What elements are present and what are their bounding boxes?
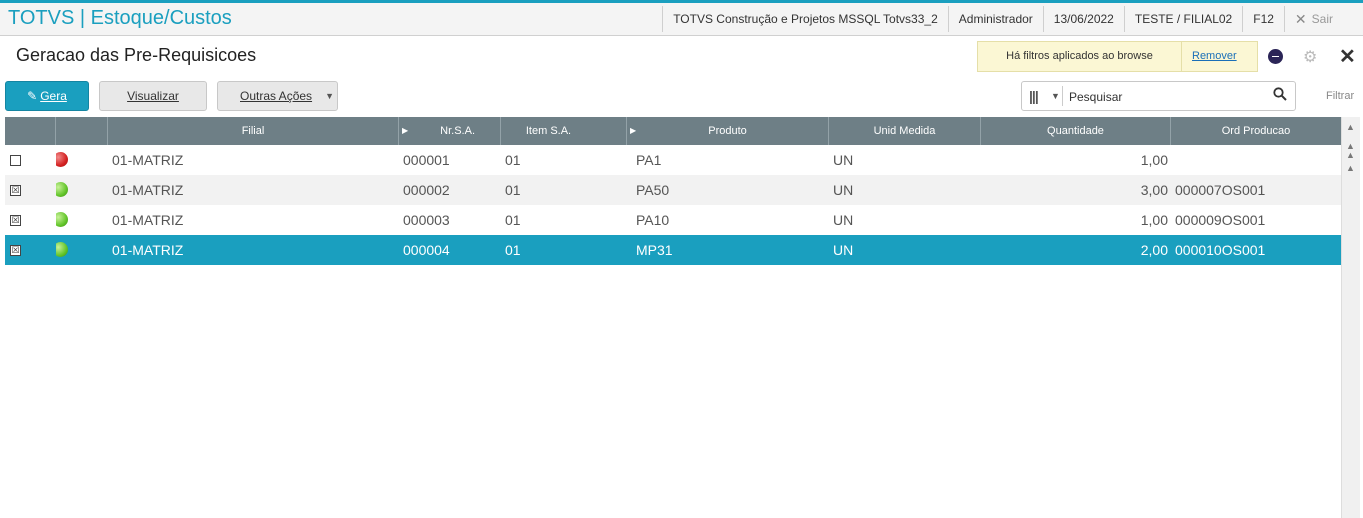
gera-label: Gera — [40, 89, 67, 103]
cell-quantidade: 1,00 — [1140, 212, 1168, 228]
close-icon: ✕ — [1294, 11, 1307, 27]
cell-quantidade: 2,00 — [1140, 242, 1168, 258]
date-label[interactable]: 13/06/2022 — [1042, 6, 1124, 32]
header-filial[interactable]: Filial — [108, 117, 399, 145]
branch-label[interactable]: TESTE / FILIAL02 — [1123, 6, 1242, 32]
shortcut-label[interactable]: F12 — [1242, 6, 1284, 32]
cell-ord-producao: 000007OS001 — [1175, 182, 1266, 198]
cell-ord-producao: 000009OS001 — [1175, 212, 1266, 228]
cell-ord-producao — [1171, 145, 1341, 175]
status-cell — [56, 205, 108, 235]
header-produto[interactable]: ▶ Produto — [627, 117, 829, 145]
cell-item-sa: 01 — [505, 152, 521, 168]
top-bar-info: TOTVS Construção e Projetos MSSQL Totvs3… — [662, 6, 1363, 32]
table-row[interactable]: ☒ 01-MATRIZ 000003 01 PA10 UN 1,00 00000… — [5, 205, 1341, 235]
search-input[interactable]: Pesquisar — [1069, 90, 1122, 104]
cell-item-sa: 01 — [505, 182, 521, 198]
status-cell — [56, 145, 108, 175]
outras-acoes-label: Outras Ações — [240, 89, 313, 103]
filtrar-link[interactable]: Filtrar — [1326, 90, 1354, 102]
cell-filial: 01-MATRIZ — [112, 242, 184, 258]
status-green-icon — [56, 242, 68, 257]
page-title: Geracao das Pre-Requisicoes — [16, 45, 257, 65]
cell-item-sa: 01 — [505, 212, 521, 228]
header-produto-label: Produto — [708, 125, 747, 137]
header-item-sa[interactable]: Item S.A. — [501, 117, 627, 145]
status-red-icon — [56, 152, 68, 167]
checkbox[interactable] — [10, 155, 21, 166]
cell-nr-sa: 000003 — [403, 212, 450, 228]
cell-produto: PA50 — [636, 182, 670, 198]
cell-quantidade: 1,00 — [1140, 152, 1168, 168]
vertical-scrollbar[interactable]: ▲ ▲ ▲ ▲ — [1341, 117, 1360, 518]
columns-icon[interactable]: ||| — [1029, 88, 1039, 104]
browse-grid: Filial ▶ Nr.S.A. Item S.A. ▶ Produto Uni… — [5, 117, 1341, 265]
visualizar-button[interactable]: Visualizar — [99, 81, 207, 111]
divider — [1062, 86, 1063, 106]
grid-header: Filial ▶ Nr.S.A. Item S.A. ▶ Produto Uni… — [5, 117, 1341, 145]
search-icon[interactable] — [1273, 87, 1287, 101]
cell-item-sa: 01 — [505, 242, 521, 258]
scroll-page-up-icon[interactable]: ▲ — [1346, 150, 1355, 160]
user-label[interactable]: Administrador — [947, 6, 1043, 32]
cell-produto: MP31 — [636, 242, 673, 258]
search-box[interactable]: ||| ▼ Pesquisar — [1021, 81, 1296, 111]
header-nr-sa[interactable]: ▶ Nr.S.A. — [399, 117, 501, 145]
header-status[interactable] — [56, 117, 108, 145]
header-ord-producao[interactable]: Ord Producao — [1171, 117, 1341, 145]
scroll-top-icon[interactable]: ▲ — [1346, 122, 1355, 132]
exit-label: Sair — [1311, 12, 1333, 26]
cell-produto: PA10 — [636, 212, 670, 228]
minimize-icon[interactable] — [1268, 49, 1283, 64]
cell-ord-producao: 000010OS001 — [1175, 242, 1266, 258]
checkbox[interactable]: ☒ — [10, 185, 21, 196]
cell-unid-medida: UN — [833, 242, 854, 258]
caret-down-icon[interactable]: ▼ — [1051, 91, 1060, 101]
scroll-up-icon[interactable]: ▲ — [1346, 163, 1355, 173]
environment-label: TOTVS Construção e Projetos MSSQL Totvs3… — [662, 6, 948, 32]
sort-arrow-icon: ▶ — [402, 126, 409, 135]
cell-nr-sa: 000002 — [403, 182, 450, 198]
header-quantidade[interactable]: Quantidade — [981, 117, 1171, 145]
header-unid-medida[interactable]: Unid Medida — [829, 117, 981, 145]
cell-unid-medida: UN — [833, 212, 854, 228]
cell-nr-sa: 000001 — [403, 152, 450, 168]
status-cell — [56, 175, 108, 205]
status-cell — [56, 235, 108, 265]
filter-message: Há filtros aplicados ao browse — [978, 42, 1182, 71]
outras-acoes-button[interactable]: Outras Ações ▼ — [217, 81, 338, 111]
caret-down-icon: ▼ — [325, 91, 334, 101]
close-window-icon[interactable]: ✕ — [1339, 44, 1356, 69]
status-green-icon — [56, 212, 68, 227]
header-select[interactable] — [5, 117, 56, 145]
header-nr-sa-label: Nr.S.A. — [440, 125, 475, 137]
cell-quantidade: 3,00 — [1140, 182, 1168, 198]
select-cell[interactable]: ☒ — [5, 235, 56, 265]
filter-notice: Há filtros aplicados ao browse Remover — [977, 41, 1258, 72]
checkbox[interactable]: ☒ — [10, 215, 21, 226]
cell-filial: 01-MATRIZ — [112, 212, 184, 228]
select-cell[interactable]: ☒ — [5, 175, 56, 205]
select-cell[interactable] — [5, 145, 56, 175]
exit-button[interactable]: ✕ Sair — [1283, 6, 1363, 32]
table-row[interactable]: 01-MATRIZ 000001 01 PA1 UN 1,00 — [5, 145, 1341, 175]
cell-unid-medida: UN — [833, 152, 854, 168]
gera-button[interactable]: ✎ Gera — [5, 81, 89, 111]
cell-filial: 01-MATRIZ — [112, 182, 184, 198]
table-row[interactable]: ☒ 01-MATRIZ 000002 01 PA50 UN 3,00 00000… — [5, 175, 1341, 205]
status-green-icon — [56, 182, 68, 197]
gear-icon[interactable]: ⚙ — [1303, 47, 1317, 67]
cell-filial: 01-MATRIZ — [112, 152, 184, 168]
app-title: TOTVS | Estoque/Custos — [8, 7, 232, 29]
cell-nr-sa: 000004 — [403, 242, 450, 258]
remove-filter-link[interactable]: Remover — [1192, 42, 1237, 71]
cell-produto: PA1 — [636, 152, 662, 168]
table-row-selected[interactable]: ☒ 01-MATRIZ 000004 01 MP31 UN 2,00 00001… — [5, 235, 1341, 265]
select-cell[interactable]: ☒ — [5, 205, 56, 235]
checkbox[interactable]: ☒ — [10, 245, 21, 256]
pencil-icon: ✎ — [27, 89, 38, 103]
top-bar: TOTVS | Estoque/Custos TOTVS Construção … — [0, 0, 1363, 36]
cell-unid-medida: UN — [833, 182, 854, 198]
